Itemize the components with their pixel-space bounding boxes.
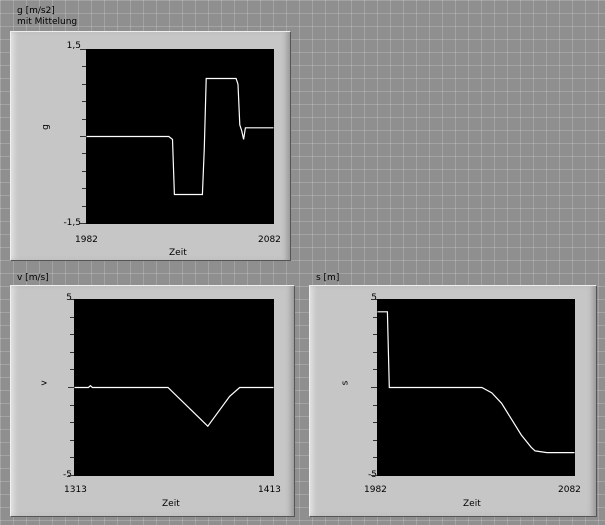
chart-0-ytick-mark <box>82 153 86 154</box>
chart-1-ytick-mark <box>70 405 74 406</box>
chart-s-ylabel: s <box>340 380 351 386</box>
chart-s-xtick-min: 1982 <box>364 485 387 495</box>
chart-s-xtick-max: 2082 <box>558 485 581 495</box>
chart-v-plot <box>74 299 274 476</box>
chart-g-subcaption: mit Mittelung <box>17 17 78 27</box>
chart-2-ytick-mark <box>371 387 377 388</box>
chart-v-ytick-max: 5 <box>66 293 72 303</box>
chart-0-ytick-mark <box>82 188 86 189</box>
chart-1-ytick-mark <box>68 387 74 388</box>
chart-g-ylabel: g <box>40 124 51 130</box>
chart-s-panel: 5 -5 s 1982 2082 Zeit <box>309 285 597 517</box>
chart-2-svg <box>377 311 575 454</box>
chart-1-svg <box>74 384 274 428</box>
chart-g-xtick-max: 2082 <box>258 235 281 245</box>
chart-1-ytick-mark <box>70 369 74 370</box>
chart-0-ytick-mark <box>80 49 86 50</box>
chart-2-series-0-line <box>377 311 575 454</box>
chart-2-ytick-mark <box>373 457 377 458</box>
chart-2-ytick-mark <box>371 299 377 300</box>
chart-v-xtick-max: 1413 <box>258 485 281 495</box>
chart-0-series-0-line <box>86 77 274 196</box>
chart-0-ytick-mark <box>80 136 86 137</box>
chart-0-ytick-mark <box>82 66 86 67</box>
chart-s-caption: s [m] <box>316 273 340 283</box>
chart-g-xlabel: Zeit <box>169 248 187 258</box>
chart-0-ytick-mark <box>82 206 86 207</box>
chart-1-ytick-mark <box>70 334 74 335</box>
chart-s-xlabel: Zeit <box>463 499 481 509</box>
chart-g-xtick-min: 1982 <box>75 235 98 245</box>
chart-g-ytick-max: 1,5 <box>66 41 81 51</box>
chart-0-ytick-mark <box>82 84 86 85</box>
chart-1-ytick-mark <box>70 352 74 353</box>
chart-1-ytick-mark <box>68 475 74 476</box>
chart-0-ytick-mark <box>82 101 86 102</box>
chart-0-ytick-mark <box>82 171 86 172</box>
chart-g-ytick-min: -1,5 <box>63 218 81 228</box>
chart-g-plot <box>86 49 274 224</box>
chart-1-series-0-line <box>74 384 274 428</box>
chart-v-xlabel: Zeit <box>162 499 180 509</box>
chart-2-ytick-mark <box>373 422 377 423</box>
chart-s-plot <box>377 299 575 476</box>
chart-2-ytick-mark <box>371 475 377 476</box>
chart-0-ytick-mark <box>82 119 86 120</box>
chart-1-ytick-mark <box>70 440 74 441</box>
chart-2-ytick-mark <box>373 317 377 318</box>
chart-g-caption: g [m/s2] <box>17 6 55 16</box>
chart-0-ytick-mark <box>80 223 86 224</box>
chart-0-svg <box>86 77 274 196</box>
chart-2-ytick-mark <box>373 352 377 353</box>
chart-v-caption: v [m/s] <box>17 273 49 283</box>
chart-2-ytick-mark <box>373 334 377 335</box>
chart-2-ytick-mark <box>373 369 377 370</box>
chart-1-ytick-mark <box>68 299 74 300</box>
chart-g-panel: 1,5 -1,5 g 1982 2082 Zeit <box>10 31 291 261</box>
chart-1-ytick-mark <box>70 457 74 458</box>
chart-1-ytick-mark <box>70 317 74 318</box>
chart-2-ytick-mark <box>373 440 377 441</box>
chart-1-ytick-mark <box>70 422 74 423</box>
chart-v-xtick-min: 1313 <box>64 485 87 495</box>
chart-v-panel: 5 -5 v 1313 1413 Zeit <box>10 285 295 517</box>
chart-2-ytick-mark <box>373 405 377 406</box>
chart-v-ylabel: v <box>39 380 50 386</box>
